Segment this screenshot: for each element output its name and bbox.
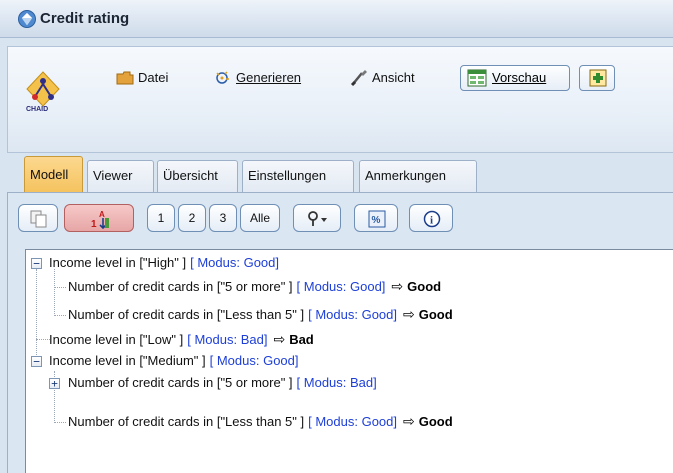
collapse-icon[interactable]: − — [31, 258, 42, 269]
tab-modell[interactable]: Modell — [24, 156, 83, 192]
result-text: Bad — [289, 332, 314, 347]
brush-icon — [350, 70, 367, 87]
result-arrow-icon: ⇨ — [403, 306, 415, 322]
chaid-icon — [26, 71, 60, 107]
tree-connector — [36, 339, 50, 340]
result-arrow-icon: ⇨ — [273, 331, 286, 347]
rule-text: Number of credit cards in ["5 or more" ] — [68, 279, 293, 294]
copy-icon — [30, 210, 47, 228]
collapse-icon[interactable]: − — [31, 356, 42, 367]
model-panel: 1 A 1 2 3 Alle % i − Income level in ["H… — [7, 192, 673, 473]
mode-text: [ Modus: Good] — [308, 414, 398, 429]
result-arrow-icon: ⇨ — [391, 278, 404, 294]
preview-button[interactable]: Vorschau — [460, 65, 570, 91]
mode-text: [ Modus: Good] — [308, 307, 398, 322]
sort-rules-button[interactable]: 1 A — [64, 204, 134, 232]
result-text: Good — [418, 414, 453, 429]
view-menu-label: Ansicht — [372, 70, 415, 85]
tab-anmerkungen[interactable]: Anmerkungen — [359, 160, 477, 192]
tab-viewer[interactable]: Viewer — [87, 160, 154, 192]
generate-menu[interactable]: Generieren — [214, 65, 319, 91]
mode-text: [ Modus: Good] — [190, 255, 280, 270]
file-menu[interactable]: Datei — [116, 65, 176, 91]
percent-icon: % — [368, 210, 386, 228]
preview-label: Vorschau — [492, 70, 547, 85]
level-2-button[interactable]: 2 — [178, 204, 206, 232]
tree-connector — [36, 269, 37, 361]
view-menu[interactable]: Ansicht — [350, 65, 435, 91]
show-all-button[interactable]: Alle — [240, 204, 280, 232]
model-type-label: CHAID — [26, 106, 49, 113]
pin-dropdown-icon — [308, 211, 327, 226]
rule-text: Income level in ["Low" ] — [49, 332, 184, 347]
mode-text: [ Modus: Good] — [209, 353, 299, 368]
svg-text:%: % — [372, 215, 381, 226]
tree-connector — [54, 287, 66, 288]
tree-connector — [54, 269, 55, 316]
info-button[interactable]: i — [409, 204, 453, 232]
tree-row[interactable]: Number of credit cards in ["5 or more" ]… — [68, 276, 441, 296]
add-to-canvas-button[interactable] — [579, 65, 615, 91]
svg-text:1: 1 — [91, 219, 97, 230]
tree-row[interactable]: Income level in ["Low" ][ Modus: Bad] ⇨ Ba… — [49, 329, 314, 349]
tree-row[interactable]: Number of credit cards in ["Less than 5"… — [68, 411, 453, 431]
tree-row[interactable]: Number of credit cards in ["Less than 5"… — [68, 304, 453, 324]
level-1-button[interactable]: 1 — [147, 204, 175, 232]
copy-button[interactable] — [18, 204, 58, 232]
add-node-icon — [589, 69, 607, 87]
window-title: Credit rating — [40, 10, 130, 27]
mode-text: [ Modus: Bad] — [187, 332, 268, 347]
tab-uebersicht[interactable]: Übersicht — [157, 160, 238, 192]
folder-icon — [116, 71, 134, 85]
tree-row[interactable]: Income level in ["High" ][ Modus: Good] — [49, 253, 279, 273]
generate-text: Generieren — [236, 70, 302, 85]
magic-wand-icon — [216, 71, 229, 84]
diamond-node-icon — [18, 10, 36, 28]
rule-tree: − Income level in ["High" ][ Modus: Good… — [25, 249, 673, 473]
app-window: Credit rating CHAID Datei Generieren Ans… — [0, 0, 673, 473]
preview-icon — [467, 69, 487, 87]
result-text: Good — [407, 279, 442, 294]
tree-row[interactable]: Number of credit cards in ["5 or more" ]… — [68, 373, 377, 393]
toolbar-area: CHAID Datei Generieren Ansicht Vorschau — [7, 46, 673, 153]
title-bar: Credit rating — [0, 0, 673, 38]
svg-text:i: i — [430, 215, 433, 227]
rule-text: Number of credit cards in ["5 or more" ] — [68, 375, 293, 390]
rule-text: Income level in ["Medium" ] — [49, 353, 206, 368]
generate-menu-label: Generieren — [236, 65, 301, 91]
info-icon: i — [423, 210, 441, 228]
tree-row[interactable]: Income level in ["Medium" ][ Modus: Good… — [49, 351, 299, 371]
file-menu-label: Datei — [138, 70, 169, 85]
mode-text: [ Modus: Good] — [296, 279, 386, 294]
mode-text: [ Modus: Bad] — [296, 375, 377, 390]
result-arrow-icon: ⇨ — [403, 413, 415, 429]
result-text: Good — [418, 307, 453, 322]
expand-icon[interactable]: + — [49, 378, 60, 389]
rule-text: Number of credit cards in ["Less than 5"… — [68, 414, 305, 429]
rule-text: Income level in ["High" ] — [49, 255, 187, 270]
percent-button[interactable]: % — [354, 204, 398, 232]
rule-text: Number of credit cards in ["Less than 5"… — [68, 307, 305, 322]
tab-einstellungen[interactable]: Einstellungen — [242, 160, 354, 192]
tree-connector — [54, 315, 66, 316]
pin-dropdown-button[interactable] — [293, 204, 341, 232]
tree-connector — [54, 422, 66, 423]
svg-text:A: A — [99, 210, 105, 219]
level-3-button[interactable]: 3 — [209, 204, 237, 232]
sort-icon: 1 A — [91, 210, 109, 230]
